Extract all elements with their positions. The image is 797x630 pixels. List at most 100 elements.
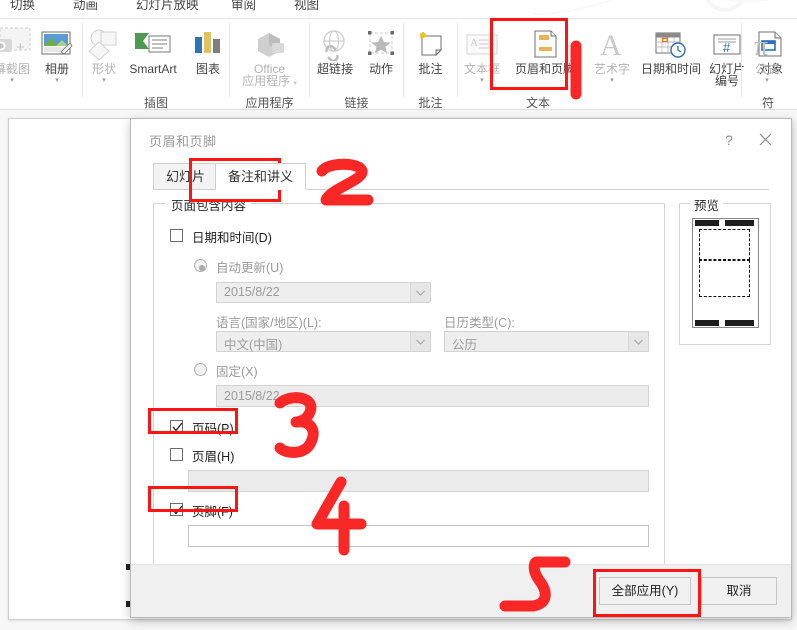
ribbon-group-links-label: 链接 (344, 96, 369, 110)
fixed-radio-label: 固定(X) (216, 365, 258, 379)
ribbon-tab-view[interactable]: 视图 (294, 0, 319, 13)
ribbon-button-hyperlink-label: 超链接 (316, 62, 353, 76)
language-label: 语言(国家/地区)(L): (216, 316, 322, 330)
header-input[interactable] (188, 470, 649, 492)
ribbon-button-chart-label: 图表 (195, 62, 220, 76)
tab-notes-handouts[interactable]: 备注和讲义 (215, 163, 307, 190)
ribbon-group-text: A 文本框 ▾ 页眉和页脚 A 艺术字 ▾ 日期和时间 # 幻灯片 编号 对象 … (458, 19, 783, 110)
ribbon-button-textbox-label: 文本框 (463, 62, 500, 76)
dialog-tab-strip: 幻灯片 备注和讲义 (153, 163, 769, 191)
chevron-down-icon[interactable]: ▾ (585, 77, 639, 84)
check-icon (172, 505, 183, 515)
check-icon (172, 422, 183, 432)
svg-text:+: + (16, 39, 25, 56)
ribbon-button-photo-album-label: 相册 (44, 62, 69, 76)
ribbon-button-hyperlink[interactable]: 超链接 (310, 21, 360, 76)
apply-all-button[interactable]: 全部应用(Y) (599, 577, 691, 605)
chevron-down-icon[interactable]: ▾ (83, 77, 125, 84)
chevron-down-icon[interactable]: ▾ (0, 77, 38, 84)
ribbon-tab-review[interactable]: 审阅 (231, 0, 256, 13)
ribbon-button-comment-label: 批注 (418, 62, 443, 76)
help-icon[interactable]: ? (719, 130, 739, 150)
smartart-icon (119, 21, 187, 61)
ribbon-group-links: 超链接 动作 链接 (310, 19, 404, 110)
wordart-icon: A (585, 21, 639, 61)
page-number-checkbox-label: 页码(P) (192, 422, 234, 436)
ribbon-tab-slideshow[interactable]: 幻灯片放映 (136, 0, 199, 13)
ribbon-button-smartart-label: SmartArt (129, 62, 177, 76)
ribbon-button-chart[interactable]: 图表 (186, 21, 230, 76)
checkbox-box (170, 448, 183, 461)
ribbon-button-equation-label: 公式 (754, 62, 779, 76)
ribbon-button-textbox[interactable]: A 文本框 ▾ (458, 21, 506, 84)
comment-icon (404, 21, 457, 61)
calendar-type-combo[interactable]: 公历 (444, 331, 649, 352)
calendar-type-value: 公历 (452, 338, 478, 352)
preview-header-left (695, 220, 719, 226)
preview-legend: 预览 (690, 195, 724, 214)
ribbon-button-comment[interactable]: 批注 (404, 21, 457, 76)
fixed-date-input[interactable]: 2015/8/22 (216, 385, 649, 407)
dialog-button-bar: 全部应用(Y) 取消 (131, 564, 791, 617)
ribbon-button-office-apps-label: Office 应用程序 ▾ (242, 62, 297, 88)
auto-update-radio-label: 自动更新(U) (216, 261, 284, 275)
chevron-down-icon[interactable]: ▾ (34, 77, 80, 84)
dialog-title: 页眉和页脚 (149, 134, 217, 149)
ribbon-group-symbols: π 公式 ▾ 符 (742, 19, 797, 110)
ribbon-button-smartart[interactable]: SmartArt (119, 21, 187, 76)
photo-album-icon (34, 21, 80, 61)
footer-input[interactable] (188, 525, 649, 547)
fixed-date-value: 2015/8/22 (224, 389, 280, 403)
checkbox-box (170, 229, 183, 242)
close-icon[interactable] (753, 130, 777, 150)
ribbon-button-photo-album[interactable]: 相册 ▾ (34, 21, 80, 84)
chevron-down-icon[interactable]: ▾ (458, 77, 506, 84)
ribbon-group-apps-label: 应用程序 (245, 96, 294, 110)
preview-body-bottom (699, 260, 750, 297)
tab-slides[interactable]: 幻灯片 (153, 163, 219, 190)
auto-update-date-value: 2015/8/22 (224, 285, 280, 299)
ribbon-button-screenshot-label: 幕截图 (0, 62, 30, 76)
cancel-button[interactable]: 取消 (701, 577, 777, 605)
preview-header-right (725, 220, 754, 226)
language-value: 中文(中国) (224, 338, 283, 352)
language-combo[interactable]: 中文(中国) (216, 331, 431, 352)
ribbon-button-action-label: 动作 (368, 62, 393, 76)
auto-update-date-combo[interactable]: 2015/8/22 (216, 282, 431, 303)
radio-circle (194, 363, 207, 376)
ribbon-tab-transitions[interactable]: 切换 (10, 0, 35, 13)
chevron-down-icon[interactable] (410, 332, 430, 351)
chevron-down-icon[interactable] (410, 283, 430, 302)
equation-icon: π (744, 21, 790, 61)
preview-footer-right (725, 320, 754, 326)
svg-text:π: π (754, 31, 768, 61)
ribbon-button-date-time[interactable]: 日期和时间 (635, 21, 707, 76)
ribbon-button-screenshot[interactable]: + 幕截图 ▾ (0, 21, 38, 84)
preview-group: 预览 (679, 195, 771, 345)
svg-text:A: A (470, 37, 478, 49)
ribbon-button-equation[interactable]: π 公式 ▾ (744, 21, 790, 84)
page-include-group-legend: 页面包含内容 (166, 195, 252, 214)
preview-body-top (699, 229, 750, 260)
ribbon: 切换 动画 幻灯片放映 审阅 视图 + 截图 ▾ 相册 ▾ 形状 ▾ Smart… (0, 0, 797, 110)
ribbon-button-wordart-label: 艺术字 (593, 62, 630, 76)
ribbon-group-illustrations: 形状 ▾ SmartArt 图表 插图 (83, 19, 230, 110)
ribbon-button-date-time-label: 日期和时间 (640, 62, 701, 76)
ribbon-button-header-footer[interactable]: 页眉和页脚 (502, 21, 588, 76)
ribbon-group-text-label: 文本 (525, 96, 550, 110)
ribbon-button-action[interactable]: 动作 (358, 21, 404, 76)
checkbox-box (170, 503, 183, 516)
chevron-down-icon[interactable] (628, 332, 648, 351)
ribbon-group-symbols-label: 符 (761, 96, 774, 110)
chevron-down-icon[interactable]: ▾ (744, 77, 790, 84)
page-include-group: 页面包含内容 日期和时间(D) 自动更新(U) 2015/8/22 语言(国家/… (153, 195, 665, 565)
ribbon-tab-animations[interactable]: 动画 (73, 0, 98, 13)
svg-text:#: # (723, 40, 731, 55)
ribbon-group-illustrations-label: 插图 (143, 96, 168, 110)
ribbon-button-header-footer-label: 页眉和页脚 (514, 62, 575, 76)
ribbon-group-comments: 批注 批注 (404, 19, 458, 110)
header-footer-dialog: 页眉和页脚 ? 幻灯片 备注和讲义 页面包含内容 日期和时间(D) 自动更新(U… (130, 118, 792, 618)
ribbon-tab-strip: 切换 动画 幻灯片放映 审阅 视图 (0, 0, 797, 18)
ribbon-button-wordart[interactable]: A 艺术字 ▾ (585, 21, 639, 84)
ribbon-button-office-apps[interactable]: Office 应用程序 ▾ (230, 21, 309, 90)
